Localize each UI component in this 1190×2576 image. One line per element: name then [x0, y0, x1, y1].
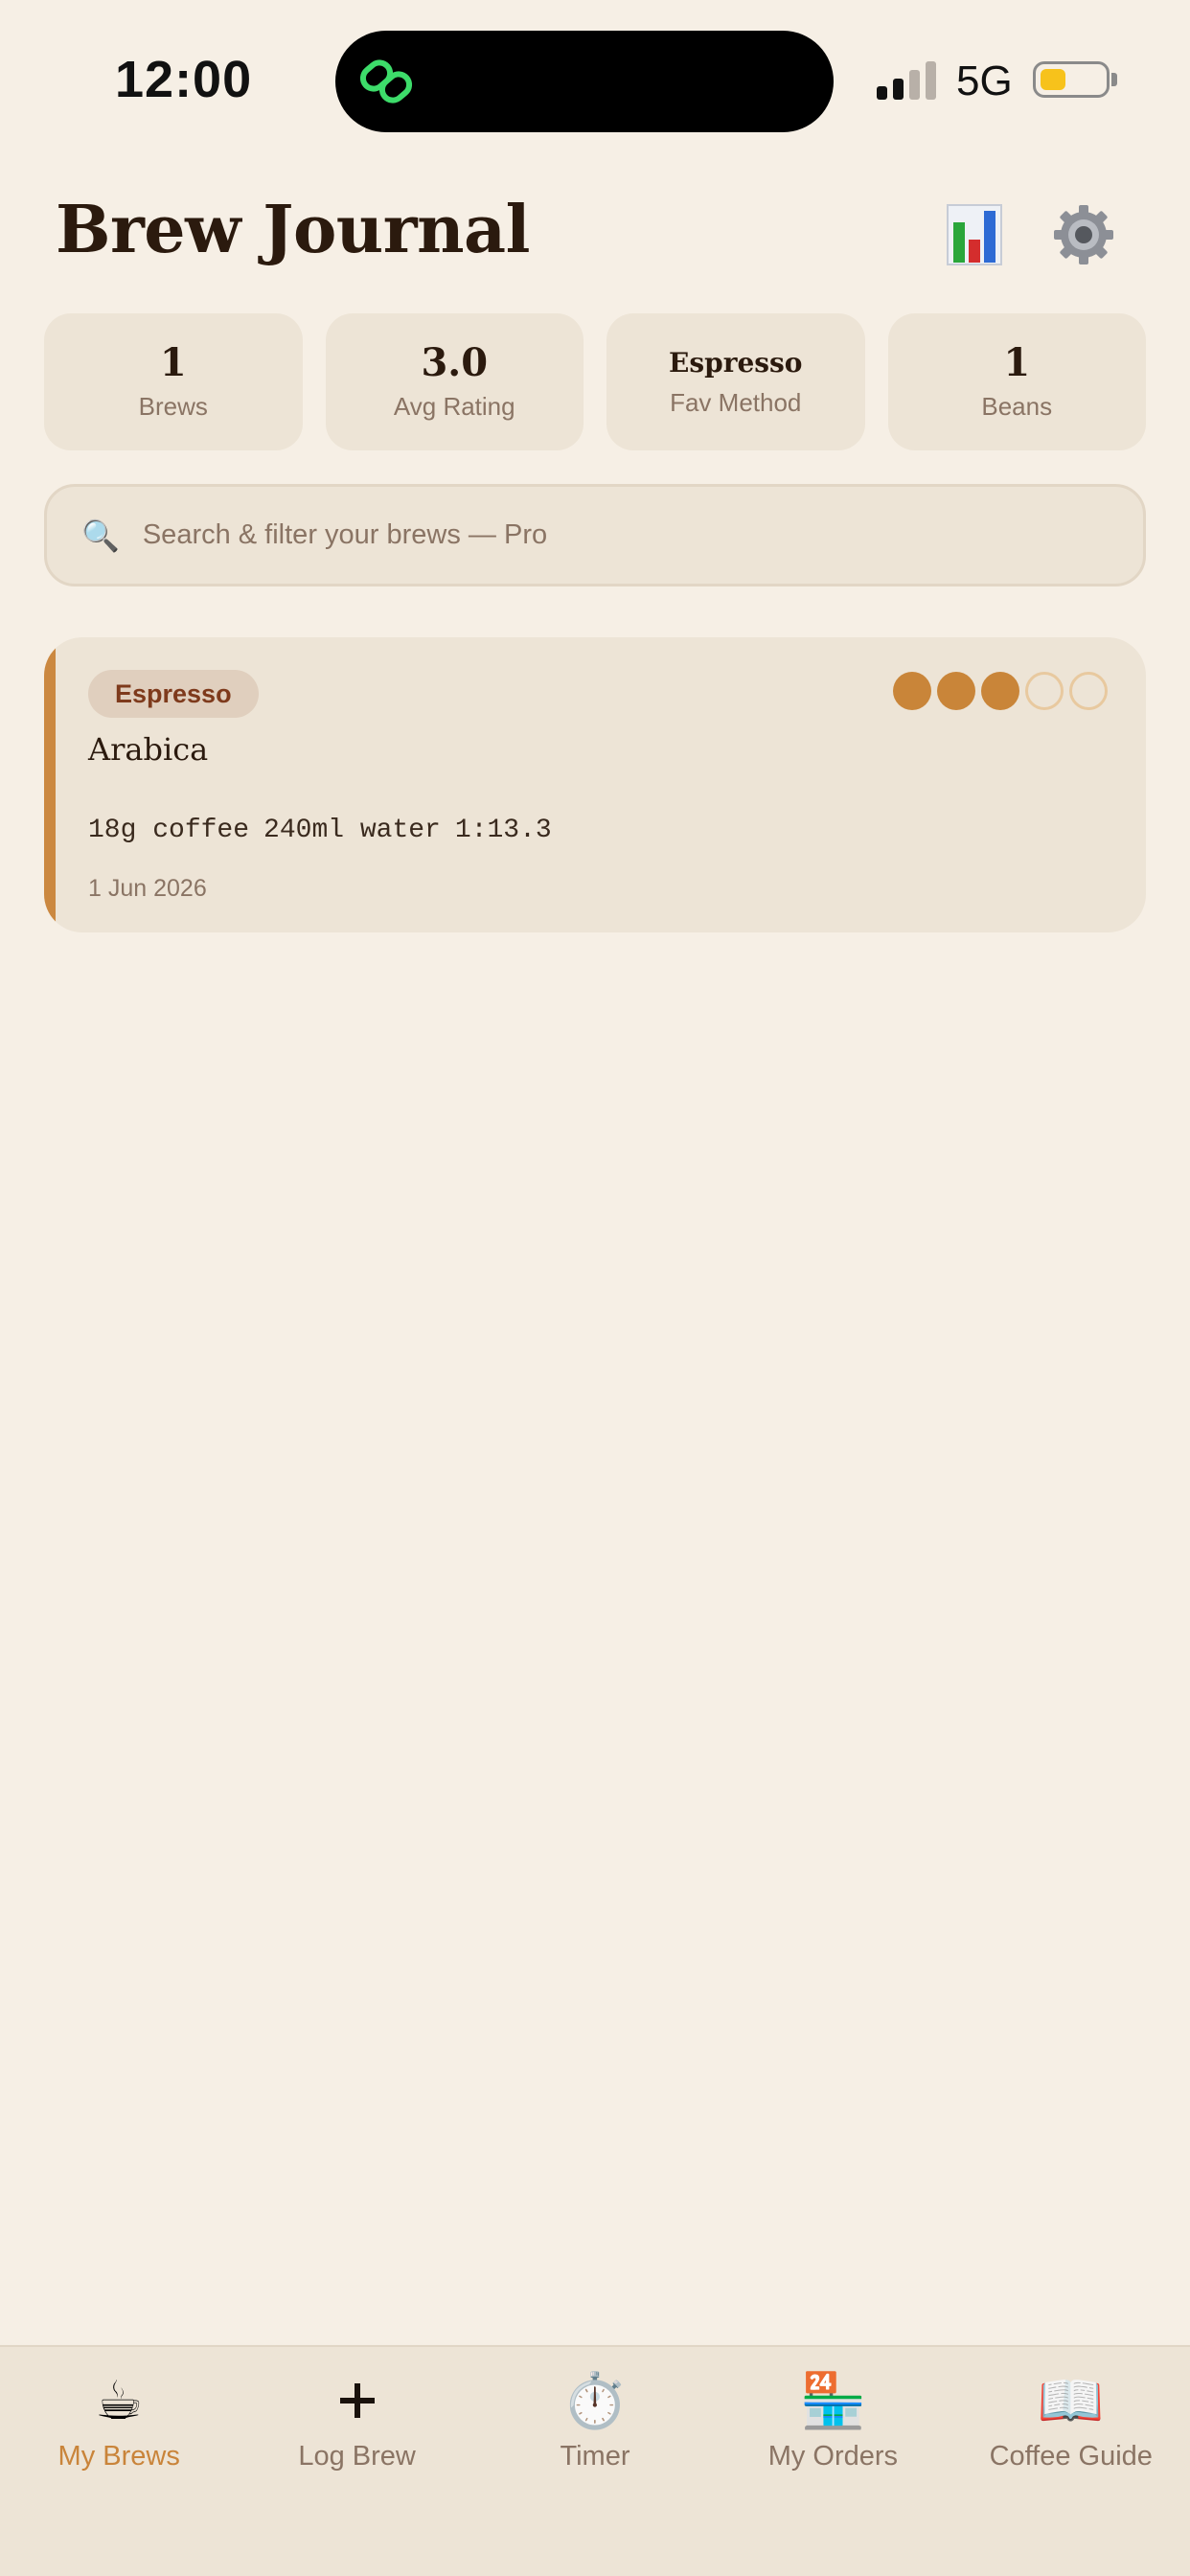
tab-my-orders[interactable]: 🏪 My Orders [714, 2347, 951, 2576]
tab-my-brews[interactable]: ☕ My Brews [0, 2347, 238, 2576]
method-badge: Espresso [88, 670, 259, 718]
magnifier-icon: 🔍 [81, 518, 120, 553]
dynamic-island [335, 31, 834, 132]
coffee-amount: 18g coffee [88, 816, 250, 845]
tab-log-brew[interactable]: Log Brew [238, 2347, 475, 2576]
tab-coffee-guide[interactable]: 📖 Coffee Guide [952, 2347, 1190, 2576]
settings-button[interactable] [1048, 199, 1119, 270]
tab-label: My Orders [767, 2441, 899, 2472]
stats-button[interactable] [939, 199, 1010, 270]
stat-card-brews: 1 Brews [44, 313, 303, 450]
battery-level [1041, 69, 1065, 90]
rating-dot-filled [937, 672, 975, 710]
stat-label: Brews [138, 392, 208, 421]
plus-icon [338, 2368, 377, 2433]
stopwatch-icon: ⏱️ [561, 2370, 629, 2430]
brew-date: 1 Jun 2026 [88, 875, 207, 902]
stat-label: Fav Method [670, 388, 802, 418]
battery-icon [1033, 61, 1110, 98]
stat-card-beans: 1 Beans [887, 313, 1146, 450]
rating-dot-empty [1069, 672, 1108, 710]
stat-card-avg-rating: 3.0 Avg Rating [325, 313, 584, 450]
stat-card-fav-method: Espresso Fav Method [606, 313, 865, 450]
tab-label: My Brews [57, 2441, 180, 2472]
signal-icon [877, 61, 936, 100]
stat-label: Beans [981, 392, 1053, 421]
brew-card[interactable]: Espresso Arabica 18g coffee 240ml water … [44, 637, 1146, 932]
open-book-icon: 📖 [1037, 2370, 1105, 2430]
page-title: Brew Journal [56, 192, 530, 268]
rating-dot-empty [1025, 672, 1064, 710]
rating-dots [893, 672, 1108, 710]
rating-dot-filled [893, 672, 931, 710]
link-icon [359, 59, 413, 104]
stat-value: 1 [1003, 340, 1031, 385]
rating-dot-filled [981, 672, 1019, 710]
stat-value: 3.0 [421, 340, 489, 385]
tab-label: Coffee Guide [989, 2441, 1153, 2472]
search-input[interactable] [140, 518, 1007, 552]
battery-nub [1111, 73, 1117, 86]
stats-row: 1 Brews 3.0 Avg Rating Espresso Fav Meth… [44, 313, 1146, 450]
search-bar[interactable]: 🔍 [44, 484, 1146, 586]
brew-ratio: 1:13.3 [454, 816, 552, 845]
brew-details: 18g coffee 240ml water 1:13.3 [88, 816, 566, 845]
tab-label: Timer [560, 2441, 630, 2472]
bar-chart-icon [947, 204, 1002, 265]
coffee-cup-icon: ☕ [95, 2370, 144, 2430]
tab-bar: ☕ My Brews Log Brew ⏱️ Timer 🏪 My Orders… [0, 2345, 1190, 2576]
stat-label: Avg Rating [393, 392, 515, 421]
status-bar: 12:00 5G [0, 0, 1190, 163]
store-icon: 🏪 [799, 2370, 867, 2430]
tab-timer[interactable]: ⏱️ Timer [476, 2347, 714, 2576]
stat-value: Espresso [669, 346, 803, 379]
tab-label: Log Brew [298, 2441, 416, 2472]
clock: 12:00 [115, 51, 253, 108]
stat-value: 1 [159, 340, 187, 385]
bean-name: Arabica [88, 731, 209, 768]
brew-accent-bar [44, 637, 56, 932]
gear-icon [1054, 205, 1113, 264]
water-amount: 240ml water [263, 816, 441, 845]
network-type: 5G [956, 58, 1013, 104]
